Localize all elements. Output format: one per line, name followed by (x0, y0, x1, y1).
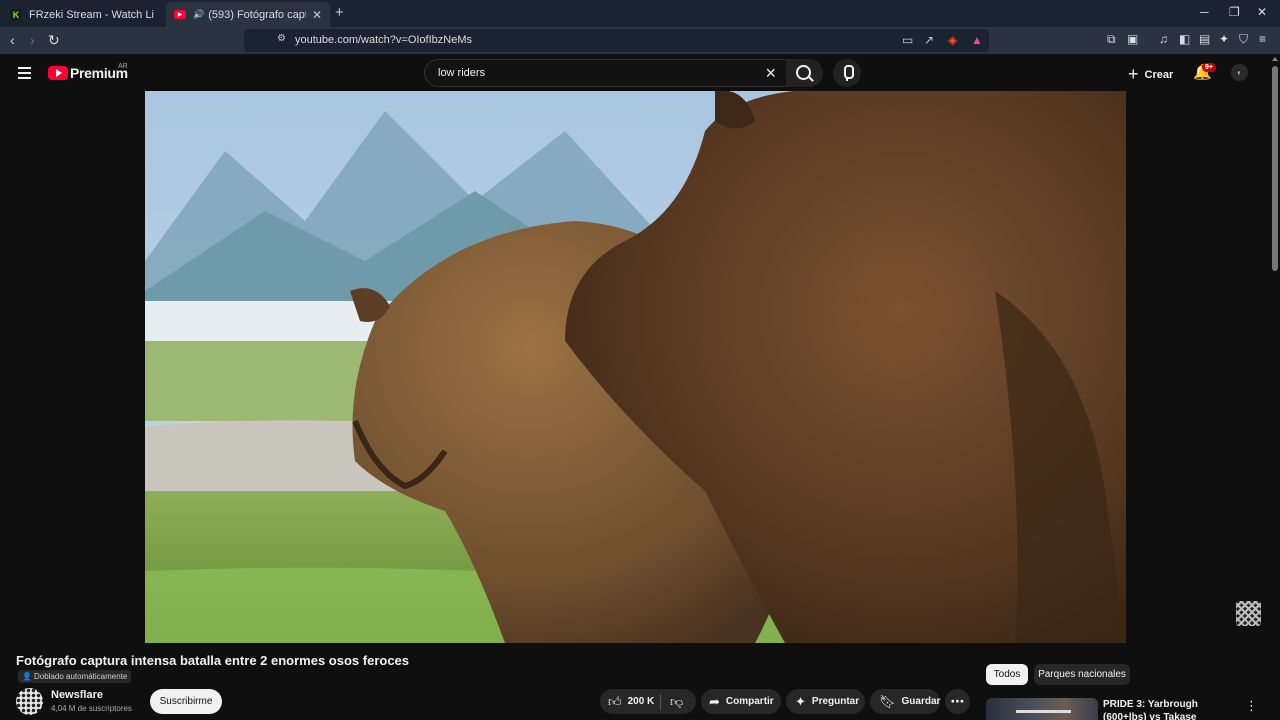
more-actions-button[interactable]: ⋯ (945, 689, 970, 714)
search-input[interactable]: low riders (438, 67, 485, 79)
dub-badge: 👤 Doblado automáticamente (18, 670, 132, 683)
leo-ai-icon[interactable]: ✦ (1219, 32, 1229, 46)
site-settings-icon[interactable]: ⚙ (277, 33, 286, 44)
cast-icon[interactable]: ▭ (902, 33, 913, 47)
channel-subscribers: 4,04 M de suscriptores (51, 704, 132, 713)
video-title: Fotógrafo captura intensa batalla entre … (16, 653, 410, 668)
music-icon[interactable]: ♫ (1159, 32, 1168, 46)
scroll-thumb[interactable] (1272, 66, 1278, 271)
like-dislike-group: 👍︎ 200 K 👎︎ (600, 689, 696, 714)
like-count: 200 K (627, 696, 655, 707)
chip-parques-nacionales[interactable]: Parques nacionales (1034, 664, 1130, 685)
person-icon: 👤 (22, 672, 32, 681)
recommendation-thumbnail[interactable] (986, 698, 1098, 720)
browser-tab-strip: K FRzeki Stream - Watch Live on Kick ▶ 🔊… (0, 0, 1280, 27)
create-button[interactable]: + Crear (1128, 64, 1173, 85)
share-page-icon[interactable]: ↗ (924, 33, 934, 47)
wallet-icon[interactable]: ▤ (1199, 32, 1210, 46)
new-tab-button[interactable]: + (335, 4, 344, 21)
share-button[interactable]: ➦ Compartir (701, 689, 781, 714)
browser-toolbar: ‹ › ↻ 🔖 ⚙ youtube.com/watch?v=OIofIbzNeM… (0, 27, 1280, 54)
thumbs-down-icon: 👎︎ (670, 693, 684, 709)
brave-shield-icon[interactable]: ◈ (948, 33, 957, 47)
save-label: Guardar (901, 696, 941, 707)
extensions-icon[interactable]: ⧉ (1107, 32, 1116, 47)
youtube-logo-icon[interactable] (48, 66, 68, 80)
minimize-icon[interactable]: ─ (1200, 5, 1209, 19)
sidebar-toggle-icon[interactable]: ◧ (1179, 32, 1190, 46)
save-button[interactable]: 🔖︎ Guardar (870, 689, 940, 714)
tab-title: FRzeki Stream - Watch Live on Kick (29, 8, 154, 21)
speaker-icon[interactable]: 🔊 (193, 9, 204, 20)
tab-kick[interactable]: K FRzeki Stream - Watch Live on Kick (2, 2, 162, 27)
recommendation-title[interactable]: PRIDE 3: Yarbrough (600+lbs) vs Takase (… (1103, 698, 1233, 720)
screenshot-icon[interactable]: ▣ (1127, 32, 1138, 46)
ask-button[interactable]: ✦ Preguntar (786, 689, 865, 714)
close-tab-icon[interactable]: ✕ (312, 8, 322, 22)
dislike-button[interactable]: 👎︎ (661, 694, 683, 710)
search-box[interactable]: low riders × (424, 59, 786, 87)
scroll-up-arrow-icon[interactable] (1272, 57, 1278, 61)
dub-label: Doblado automáticamente (33, 672, 128, 681)
close-window-icon[interactable]: ✕ (1257, 5, 1267, 19)
sparkle-icon: ✦ (795, 693, 806, 709)
share-label: Compartir (725, 696, 774, 707)
reload-icon[interactable]: ↻ (48, 32, 60, 49)
notification-badge: 9+ (1202, 63, 1216, 72)
video-player[interactable] (145, 91, 1126, 643)
more-vertical-icon[interactable]: ⋮ (1245, 698, 1258, 714)
rewards-icon[interactable]: ▲ (971, 33, 983, 47)
url-text: youtube.com/watch?v=OIofIbzNeMs (295, 34, 472, 46)
thumbs-up-icon: 👍︎ (608, 693, 622, 709)
forward-icon[interactable]: › (30, 32, 35, 48)
menu-icon[interactable]: ≡ (1259, 32, 1266, 46)
tab-title: (593) Fotógrafo captura intens (208, 8, 306, 21)
back-icon[interactable]: ‹ (10, 32, 15, 48)
search-icon[interactable] (786, 59, 823, 87)
chip-todos[interactable]: Todos (986, 664, 1028, 685)
address-bar[interactable]: ⚙ youtube.com/watch?v=OIofIbzNeMs ▭ ↗ ◈ … (244, 29, 989, 52)
create-label: Crear (1144, 68, 1174, 81)
tab-youtube[interactable]: ▶ 🔊 (593) Fotógrafo captura intens ✕ (166, 2, 330, 27)
subscribe-button[interactable]: Suscribirme (150, 689, 222, 714)
kick-icon: K (10, 8, 22, 21)
video-frame (145, 91, 1126, 643)
restore-icon[interactable]: ❐ (1229, 5, 1240, 19)
qr-code-icon[interactable] (1236, 601, 1261, 626)
channel-avatar[interactable] (16, 688, 43, 715)
avatar[interactable]: ◐ (1231, 64, 1248, 81)
bookmark-save-icon: 🔖︎ (879, 693, 896, 709)
share-icon: ➦ (709, 693, 720, 709)
like-button[interactable]: 👍︎ 200 K (600, 694, 660, 710)
youtube-header: Premium AR low riders × + Crear 🔔 9+ ◐ (0, 54, 1270, 91)
page-scrollbar[interactable] (1270, 54, 1280, 720)
clear-search-icon[interactable]: × (765, 63, 776, 84)
guide-menu-icon[interactable] (18, 67, 31, 79)
microphone-icon[interactable] (833, 59, 861, 87)
country-code: AR (118, 63, 128, 70)
ask-label: Preguntar (811, 696, 860, 707)
plus-icon: + (1128, 64, 1139, 84)
channel-name[interactable]: Newsflare (51, 689, 103, 701)
youtube-icon: ▶ (174, 10, 186, 19)
vpn-icon[interactable]: ⛉ (1239, 32, 1248, 47)
